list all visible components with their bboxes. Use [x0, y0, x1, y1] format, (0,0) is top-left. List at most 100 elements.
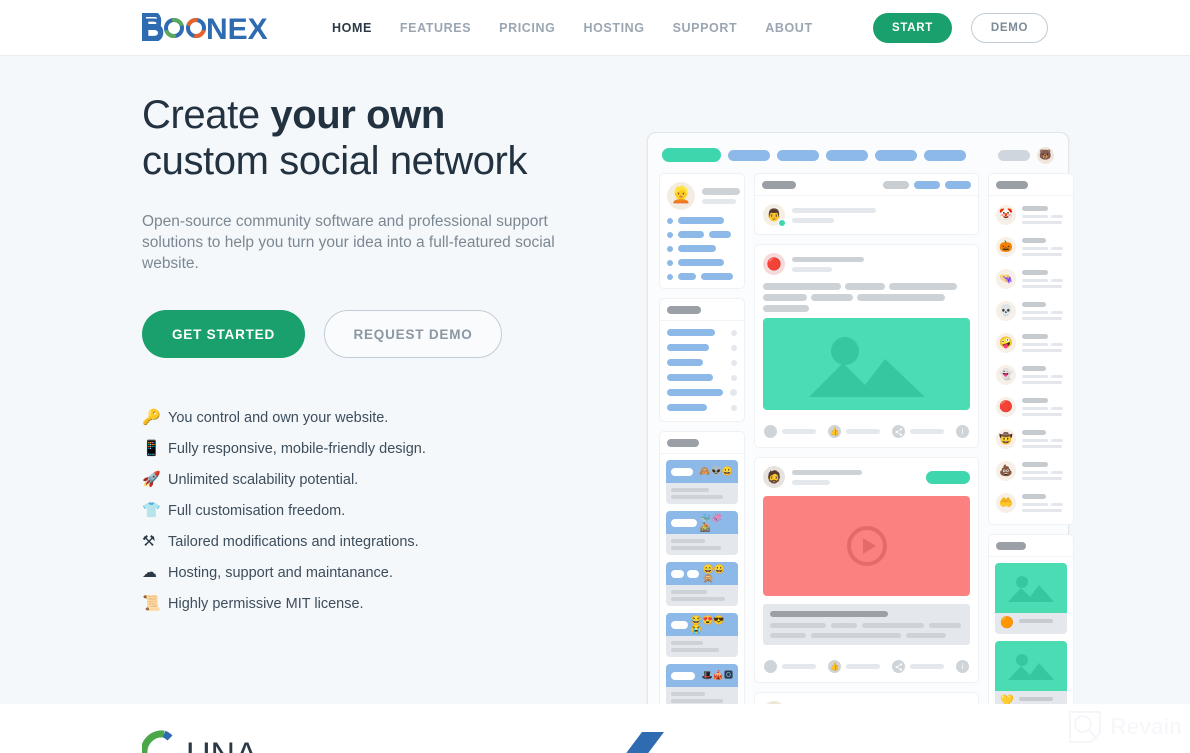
- page-title: Create your own custom social network: [142, 92, 588, 184]
- group-members-icons: 🎩🎪🅾: [701, 670, 733, 680]
- nav-item-pricing[interactable]: PRICING: [499, 21, 555, 35]
- image-icon: [1008, 654, 1054, 680]
- mockup-account-bar[interactable]: [998, 149, 1030, 161]
- avatar: 💩: [996, 461, 1016, 481]
- tshirt-icon: 👕: [142, 502, 161, 519]
- list-item[interactable]: 🎩🎪🅾: [666, 664, 738, 704]
- image-icon: [808, 337, 925, 397]
- like-button[interactable]: 👍: [828, 425, 880, 438]
- friends-card: 🤡 🎃 👒 💀 🤪 👻 🔴 🤠 💩 🤲: [988, 173, 1074, 525]
- thumbs-up-icon: 👍: [828, 425, 841, 438]
- like-button[interactable]: 👍: [828, 660, 880, 673]
- avatar[interactable]: 🧔: [763, 466, 785, 488]
- list-item[interactable]: 👻: [989, 359, 1073, 391]
- nav-item-features[interactable]: FEATURES: [400, 21, 471, 35]
- follow-button[interactable]: [926, 470, 970, 484]
- bullet-icon: [667, 217, 673, 224]
- list-item[interactable]: 🟠: [995, 563, 1067, 634]
- start-button[interactable]: START: [873, 12, 952, 43]
- list-item: 📜 Highly permissive MIT license.: [142, 588, 588, 619]
- list-item[interactable]: [667, 273, 737, 280]
- request-demo-button[interactable]: REQUEST DEMO: [324, 310, 502, 358]
- avatar: 🤲: [996, 493, 1016, 513]
- list-item[interactable]: [660, 400, 744, 415]
- list-item[interactable]: 🤠: [989, 423, 1073, 455]
- nav-item-support[interactable]: SUPPORT: [673, 21, 738, 35]
- play-icon: [846, 526, 887, 566]
- list-item[interactable]: 🔴: [989, 391, 1073, 423]
- group-members-icons: 😂😍😎😭: [690, 614, 725, 634]
- mockup-tab[interactable]: [924, 149, 966, 161]
- mockup-tab[interactable]: [875, 149, 917, 161]
- list-item[interactable]: [667, 217, 737, 224]
- mockup-tab[interactable]: [826, 149, 868, 161]
- photo-thumbnail[interactable]: [995, 641, 1067, 691]
- demo-button[interactable]: DEMO: [971, 12, 1048, 43]
- share-button[interactable]: [892, 425, 944, 438]
- groups-card: 🙈👽😀 🐳🦑🚵 😄😀🙊 😂😍😎😭 🎩🎪🅾: [659, 431, 745, 704]
- rocket-icon: 🚀: [142, 471, 161, 488]
- list-item[interactable]: 😂😍😎😭: [666, 613, 738, 657]
- nav-item-about[interactable]: ABOUT: [765, 21, 812, 35]
- list-item[interactable]: 🎃: [989, 231, 1073, 263]
- bullet-icon: [667, 259, 673, 266]
- avatar[interactable]: 🐻: [1037, 146, 1054, 164]
- more-options-button[interactable]: i: [956, 660, 969, 673]
- nav-item-hosting[interactable]: HOSTING: [583, 21, 644, 35]
- list-item[interactable]: [660, 385, 744, 400]
- avatar: 🤡: [996, 205, 1016, 225]
- boonex-logo-mark: B NEX: [142, 12, 268, 43]
- list-item[interactable]: 👒: [989, 263, 1073, 295]
- avatar: 🔴: [996, 397, 1016, 417]
- list-item[interactable]: [660, 325, 744, 340]
- list-item[interactable]: 💀: [989, 295, 1073, 327]
- mockup-tab[interactable]: [777, 149, 819, 161]
- mockup-columns: 👱 🙈👽😀 🐳🦑🚵 😄😀🙊 😂😍😎😭 🎩🎪🅾 👨 🔴 👍 i 🧔 👍 i 🤡 🎃…: [657, 168, 1074, 704]
- get-started-button[interactable]: GET STARTED: [142, 310, 305, 358]
- post-image-placeholder[interactable]: [763, 318, 970, 410]
- list-item[interactable]: 🤲: [989, 487, 1073, 519]
- info-icon: i: [956, 660, 969, 673]
- list-item[interactable]: [660, 370, 744, 385]
- svg-text:B: B: [142, 13, 164, 43]
- avatar[interactable]: 👨: [763, 204, 786, 227]
- list-item[interactable]: 🙈👽😀: [666, 460, 738, 504]
- avatar[interactable]: 🔴: [763, 253, 785, 275]
- nav-item-home[interactable]: HOME: [332, 21, 372, 35]
- list-item[interactable]: 😄😀🙊: [666, 562, 738, 606]
- compose-row[interactable]: 👨: [755, 196, 978, 234]
- mockup-tab[interactable]: [728, 149, 770, 161]
- comment-button[interactable]: [764, 660, 816, 673]
- dolphin-logo[interactable]: DOLPHIN: [622, 730, 802, 753]
- list-item[interactable]: [660, 340, 744, 355]
- avatar: 🎃: [996, 237, 1016, 257]
- mockup-right-column: 🤡 🎃 👒 💀 🤪 👻 🔴 🤠 💩 🤲 🟠 💛: [988, 173, 1074, 704]
- boonex-logo[interactable]: B NEX: [142, 8, 290, 48]
- list-item[interactable]: [667, 245, 737, 252]
- list-item[interactable]: [667, 259, 737, 266]
- list-item[interactable]: [660, 355, 744, 370]
- share-button[interactable]: [892, 660, 944, 673]
- scroll-icon: 📜: [142, 595, 161, 612]
- list-item[interactable]: 💛: [995, 641, 1067, 704]
- feature-label: Unlimited scalability potential.: [168, 471, 359, 488]
- list-item: 🔑 You control and own your website.: [142, 402, 588, 433]
- post-video-placeholder[interactable]: [763, 496, 970, 596]
- list-item[interactable]: [667, 231, 737, 238]
- feature-label: Full customisation freedom.: [168, 502, 346, 519]
- post-caption: [763, 604, 970, 645]
- more-options-button[interactable]: i: [956, 425, 969, 438]
- list-item[interactable]: 🐳🦑🚵: [666, 511, 738, 555]
- list-item[interactable]: 🤡: [989, 199, 1073, 231]
- una-logo[interactable]: UNA: [140, 730, 292, 753]
- photo-post-card: 🔴 👍 i: [754, 244, 979, 448]
- avatar[interactable]: 👱: [667, 182, 695, 210]
- photo-thumbnail[interactable]: [995, 563, 1067, 613]
- mockup-tab-active[interactable]: [662, 148, 721, 162]
- avatar: 👒: [996, 269, 1016, 289]
- watermark-label: Revain: [1110, 714, 1182, 739]
- comment-button[interactable]: [764, 425, 816, 438]
- list-item[interactable]: 💩: [989, 455, 1073, 487]
- list-item[interactable]: 🤪: [989, 327, 1073, 359]
- photos-card: 🟠 💛: [988, 534, 1074, 704]
